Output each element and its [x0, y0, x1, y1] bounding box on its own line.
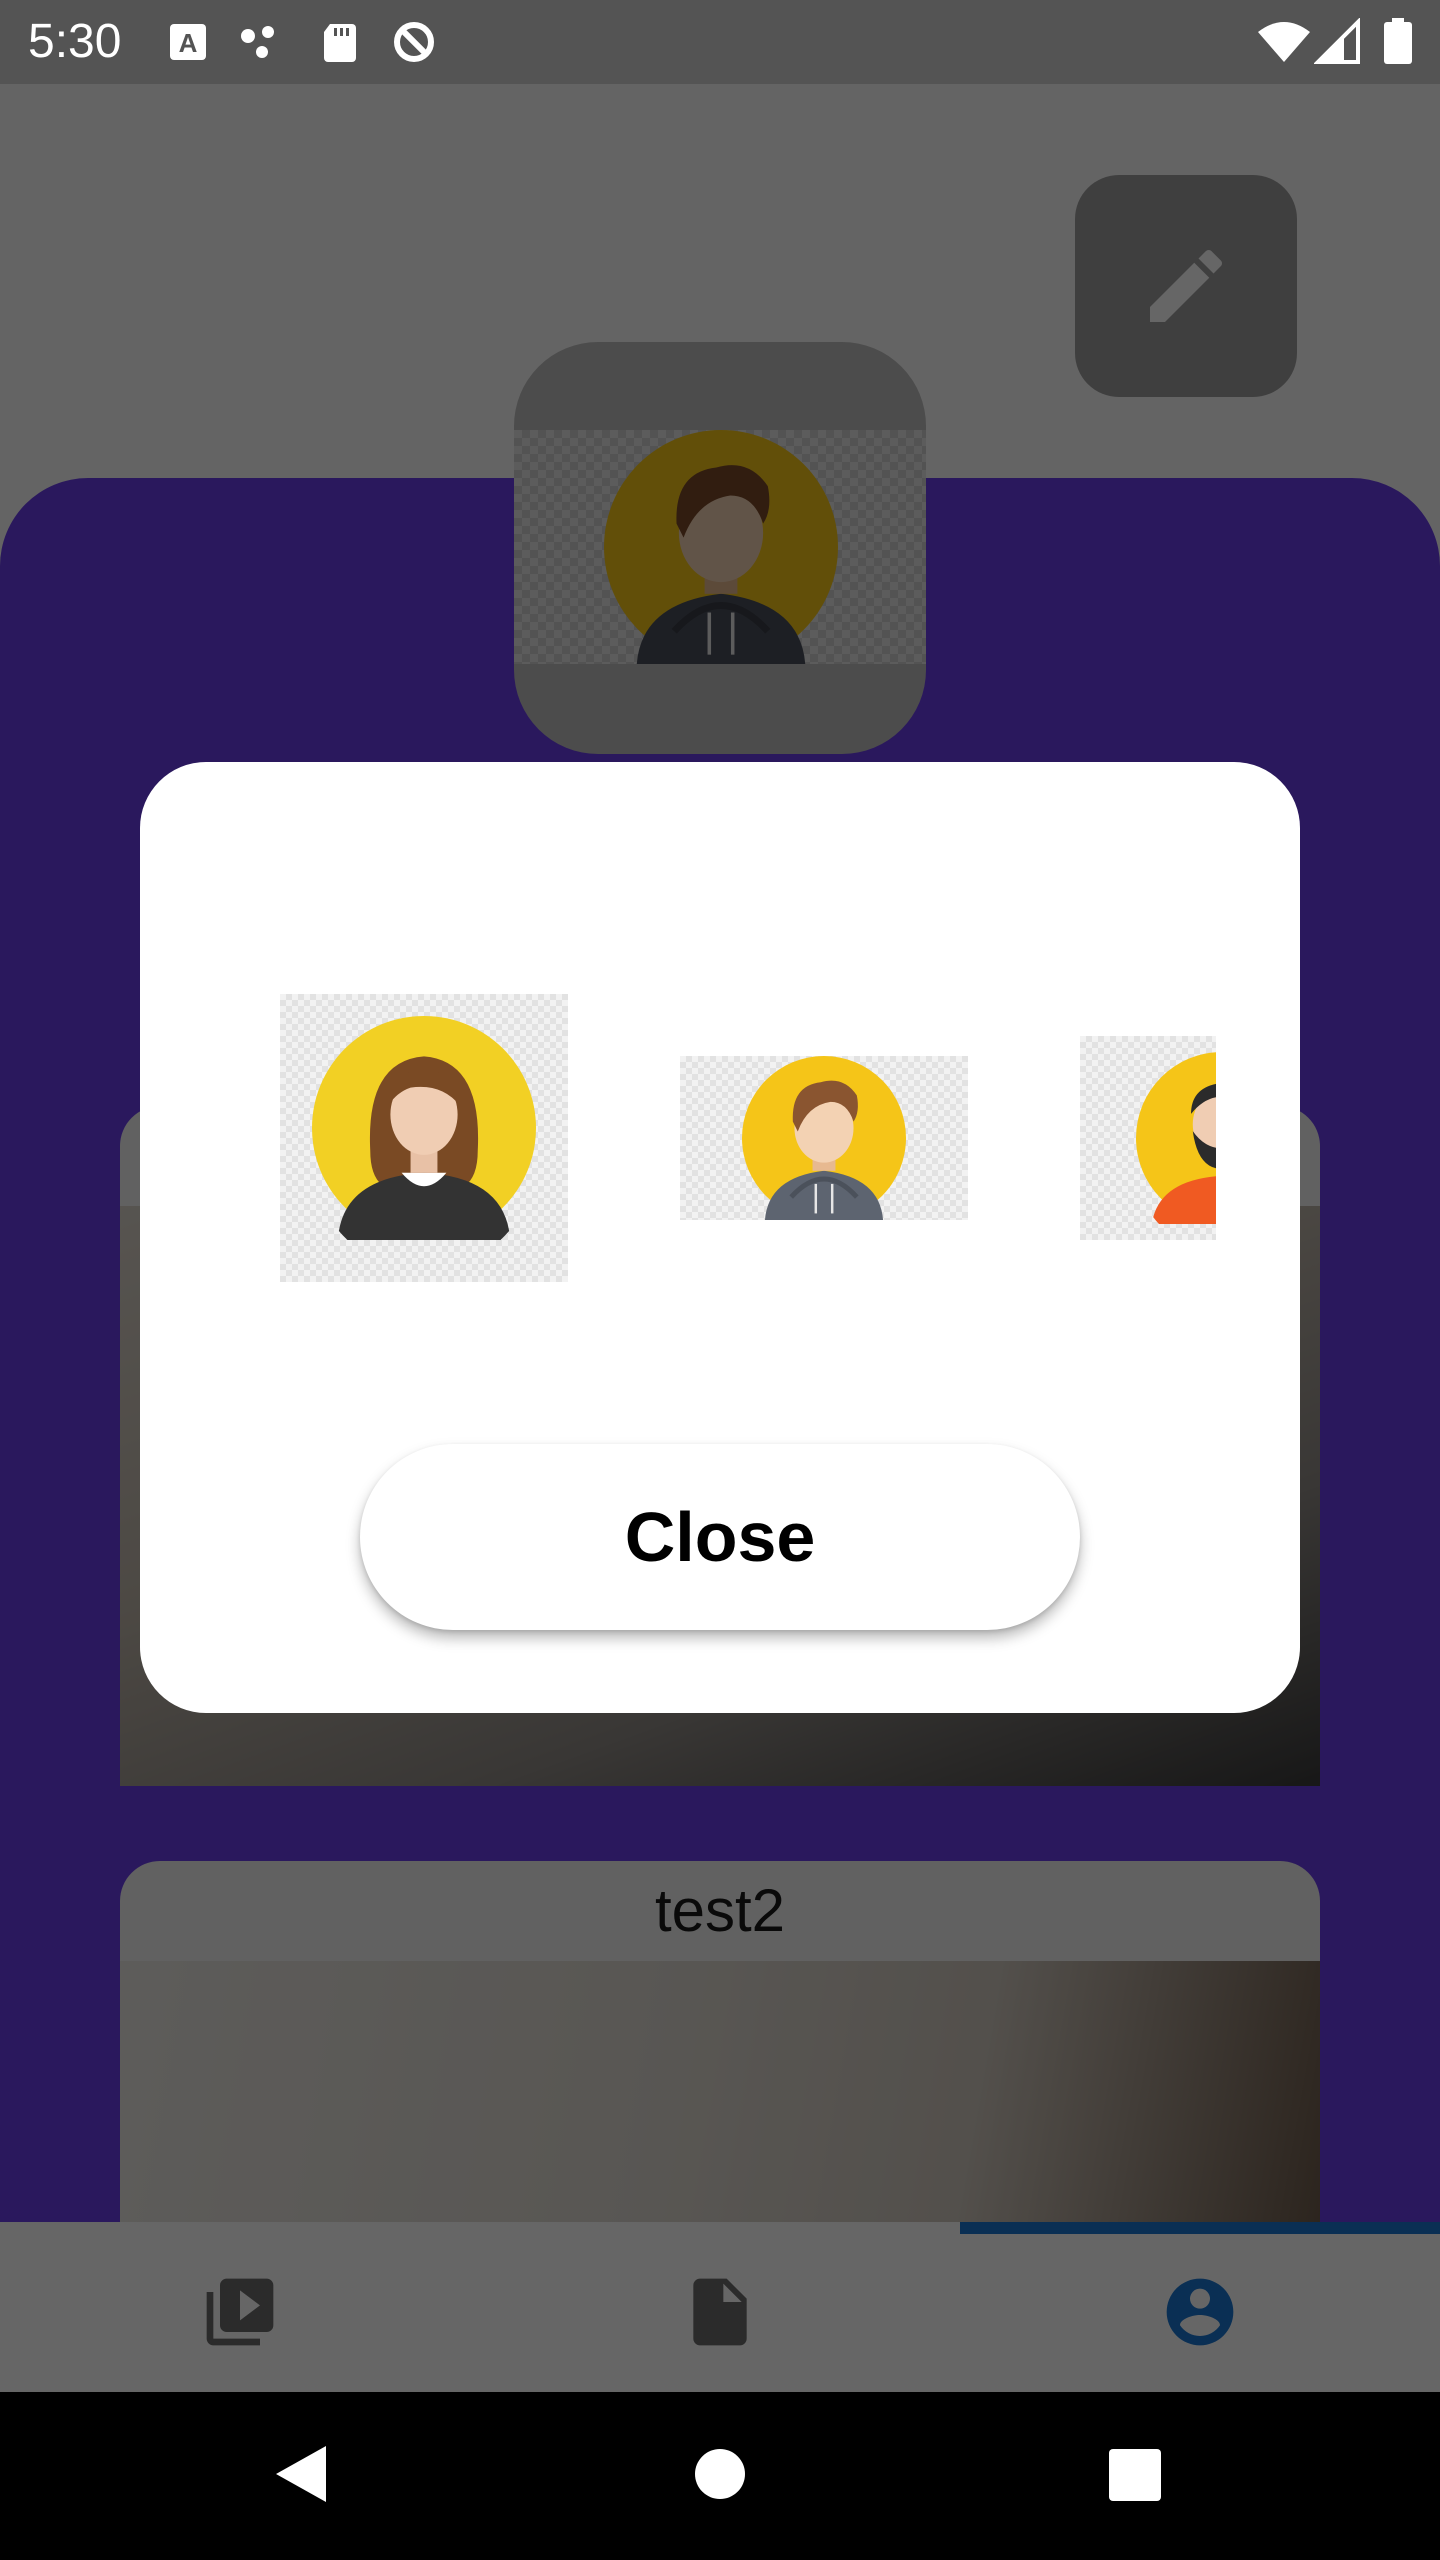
svg-text:A: A — [179, 28, 198, 58]
avatar-option-man-hoodie[interactable] — [680, 1056, 968, 1220]
system-navigation-bar — [0, 2392, 1440, 2560]
avatar-option-bearded-man[interactable] — [1080, 1036, 1216, 1240]
recents-icon[interactable] — [1108, 2448, 1162, 2502]
dots-icon — [241, 26, 274, 58]
status-bar: 5:30 A — [0, 0, 1440, 84]
close-button[interactable]: Close — [360, 1444, 1080, 1630]
avatar-option-woman[interactable] — [280, 994, 568, 1282]
signal-icon — [1314, 18, 1360, 64]
battery-icon — [1384, 18, 1412, 64]
woman-avatar-icon — [312, 1016, 536, 1240]
avatar-picker-dialog: Close — [140, 762, 1300, 1713]
man-hoodie-avatar-icon — [742, 1056, 906, 1220]
back-icon[interactable] — [270, 2442, 334, 2506]
home-icon[interactable] — [694, 2448, 746, 2500]
wifi-icon — [1258, 22, 1310, 62]
text-a-icon: A — [170, 24, 206, 60]
data-saver-icon — [394, 22, 434, 62]
sd-card-icon — [324, 24, 356, 62]
status-time: 5:30 — [28, 15, 122, 68]
bearded-man-avatar-icon — [1136, 1052, 1216, 1224]
